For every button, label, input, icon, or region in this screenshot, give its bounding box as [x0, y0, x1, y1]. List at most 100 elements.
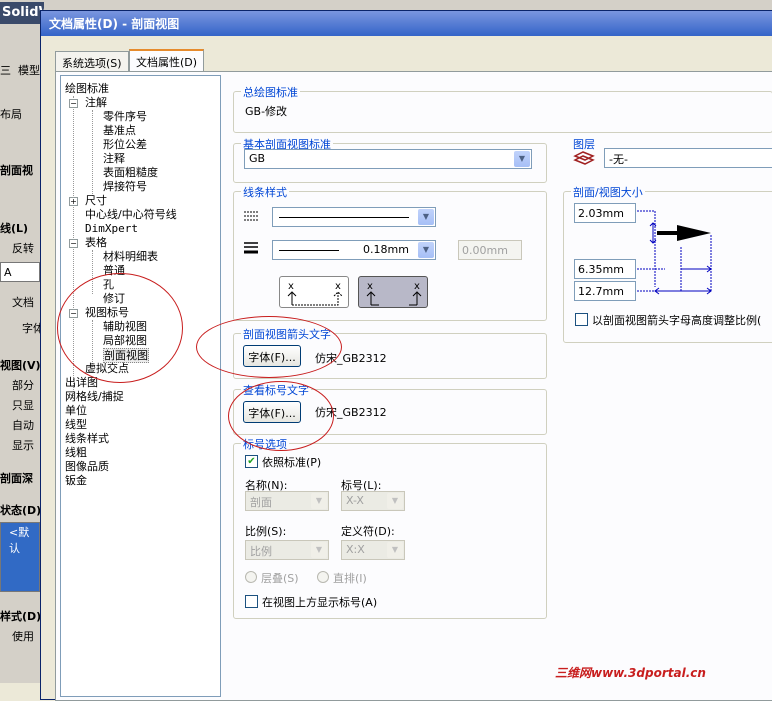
- app-logo: SolidW: [0, 2, 44, 24]
- bg-text: 样式(D): [0, 610, 42, 623]
- mark-select[interactable]: X-X ▼: [341, 491, 405, 511]
- tree-item[interactable]: 注释: [103, 152, 125, 165]
- tree-item[interactable]: DimXpert: [85, 222, 138, 235]
- arrow-style-button-1[interactable]: xx: [279, 276, 349, 308]
- tree-item[interactable]: 材料明细表: [103, 250, 158, 263]
- svg-text:x: x: [367, 281, 373, 292]
- line-style-select[interactable]: ▼: [272, 207, 436, 227]
- base-standard-select[interactable]: GB ▼: [244, 149, 532, 169]
- name-select[interactable]: 剖面 ▼: [245, 491, 329, 511]
- background-property-panel: 三 模型 布局 剖面视 线(L) 反转 A 文档 字体 视图(V) 部分 只显 …: [0, 24, 44, 683]
- bg-text: A: [0, 262, 40, 282]
- stacked-radio[interactable]: [245, 571, 257, 583]
- thin-line-icon: [279, 250, 339, 251]
- line-thickness-select[interactable]: 0.18mm ▼: [272, 240, 436, 260]
- scale-with-letter-height-checkbox[interactable]: [575, 313, 588, 326]
- bg-text: 剖面视: [0, 164, 33, 177]
- bg-text: 视图(V): [0, 359, 41, 372]
- tab-system-options[interactable]: 系统选项(S): [55, 51, 129, 71]
- show-above-view-label: 在视图上方显示标号(A): [262, 596, 378, 609]
- arrow-style-button-2[interactable]: xx: [358, 276, 428, 308]
- show-above-view-checkbox[interactable]: [245, 595, 258, 608]
- overall-standard-label: 总绘图标准: [241, 84, 300, 100]
- arrow-length-input[interactable]: 12.7mm: [574, 281, 636, 301]
- scale-with-letter-height-label: 以剖面视图箭头字母高度调整比例(: [592, 314, 762, 327]
- expand-toggle-icon[interactable]: +: [69, 197, 78, 206]
- delimiter-label: 定义符(D):: [341, 525, 395, 538]
- bg-text: 剖面深: [0, 472, 33, 485]
- chevron-down-icon: ▼: [418, 209, 434, 225]
- svg-text:x: x: [335, 281, 341, 292]
- scale-select[interactable]: 比例 ▼: [245, 540, 329, 560]
- annotation-circle: [228, 381, 334, 451]
- bg-text: 线(L): [0, 222, 29, 235]
- layer-icon: [573, 148, 595, 166]
- scale-label: 比例(S):: [245, 525, 287, 538]
- tree-item[interactable]: 形位公差: [103, 138, 147, 151]
- line-style-icon: [243, 209, 259, 223]
- dialog-title: 文档属性(D) - 剖面视图: [41, 11, 772, 36]
- expand-toggle-icon[interactable]: −: [69, 99, 78, 108]
- tree-item[interactable]: 焊接符号: [103, 180, 147, 193]
- solid-line-icon: [279, 217, 409, 218]
- tab-document-properties[interactable]: 文档属性(D): [129, 49, 205, 72]
- stacked-label: 层叠(S): [261, 572, 299, 585]
- tree-item[interactable]: 表格: [85, 236, 107, 249]
- bg-text: 布局: [0, 108, 22, 121]
- tree-item[interactable]: 线粗: [65, 446, 87, 459]
- tree-item[interactable]: 线型: [65, 418, 87, 431]
- overall-standard-value: GB-修改: [245, 105, 288, 118]
- chevron-down-icon: ▼: [311, 493, 327, 509]
- tree-item[interactable]: 注解: [85, 96, 107, 109]
- chevron-down-icon: ▼: [311, 542, 327, 558]
- bg-text: 只显: [12, 399, 34, 412]
- mark-value: X-X: [346, 494, 364, 507]
- expand-toggle-icon[interactable]: −: [69, 239, 78, 248]
- bg-text: 状态(D): [0, 504, 42, 517]
- arrow-head-width-input[interactable]: 2.03mm: [574, 203, 636, 223]
- line-thickness-value: 0.18mm: [363, 243, 409, 256]
- custom-thickness-input[interactable]: 0.00mm: [458, 240, 522, 260]
- bg-text: 文档: [12, 296, 34, 309]
- base-standard-value: GB: [249, 152, 266, 165]
- tree-item[interactable]: 单位: [65, 404, 87, 417]
- delimiter-select[interactable]: X:X ▼: [341, 540, 405, 560]
- inline-label: 直排(I): [333, 572, 367, 585]
- tree-item[interactable]: 表面粗糙度: [103, 166, 158, 179]
- chevron-down-icon: ▼: [387, 542, 403, 558]
- bg-text: 三: [0, 64, 11, 77]
- bg-text: 自动: [12, 419, 34, 432]
- delimiter-value: X:X: [346, 543, 365, 556]
- section-size-label: 剖面/视图大小: [571, 184, 645, 200]
- bg-text: 反转: [12, 242, 34, 255]
- chevron-down-icon: ▼: [418, 242, 434, 258]
- properties-tree[interactable]: 绘图标准 − 注解 零件序号 基准点 形位公差 注释 表面粗糙度 焊接符号 + …: [60, 75, 221, 697]
- bg-text: 使用: [12, 630, 34, 643]
- arrow-head-length-input[interactable]: 6.35mm: [574, 259, 636, 279]
- tree-item[interactable]: 钣金: [65, 474, 87, 487]
- annotation-circle: [57, 273, 183, 383]
- layer-value: -无-: [609, 153, 628, 166]
- tree-item[interactable]: 网格线/捕捉: [65, 390, 124, 403]
- bg-text: 部分: [12, 379, 34, 392]
- tree-item[interactable]: 尺寸: [85, 194, 107, 207]
- per-standard-checkbox[interactable]: ✔: [245, 455, 258, 468]
- scale-value: 比例: [250, 545, 272, 558]
- chevron-down-icon: ▼: [387, 493, 403, 509]
- tree-item[interactable]: 基准点: [103, 124, 136, 137]
- tree-item[interactable]: 中心线/中心符号线: [85, 208, 177, 221]
- tree-item[interactable]: 零件序号: [103, 110, 147, 123]
- watermark: 三维网www.3dportal.cn: [555, 666, 706, 680]
- inline-radio[interactable]: [317, 571, 329, 583]
- svg-text:x: x: [288, 281, 294, 292]
- bg-text: 模型: [18, 64, 40, 77]
- arrow-dimension-diagram-icon: [637, 203, 717, 303]
- bg-text: 显示: [12, 439, 34, 452]
- tree-item[interactable]: 绘图标准: [65, 82, 109, 95]
- layer-select[interactable]: -无-: [604, 148, 772, 168]
- tree-item[interactable]: 线条样式: [65, 432, 109, 445]
- line-style-label: 线条样式: [241, 184, 289, 200]
- tree-item[interactable]: 图像品质: [65, 460, 109, 473]
- name-value: 剖面: [250, 496, 272, 509]
- annotation-circle: [196, 316, 342, 378]
